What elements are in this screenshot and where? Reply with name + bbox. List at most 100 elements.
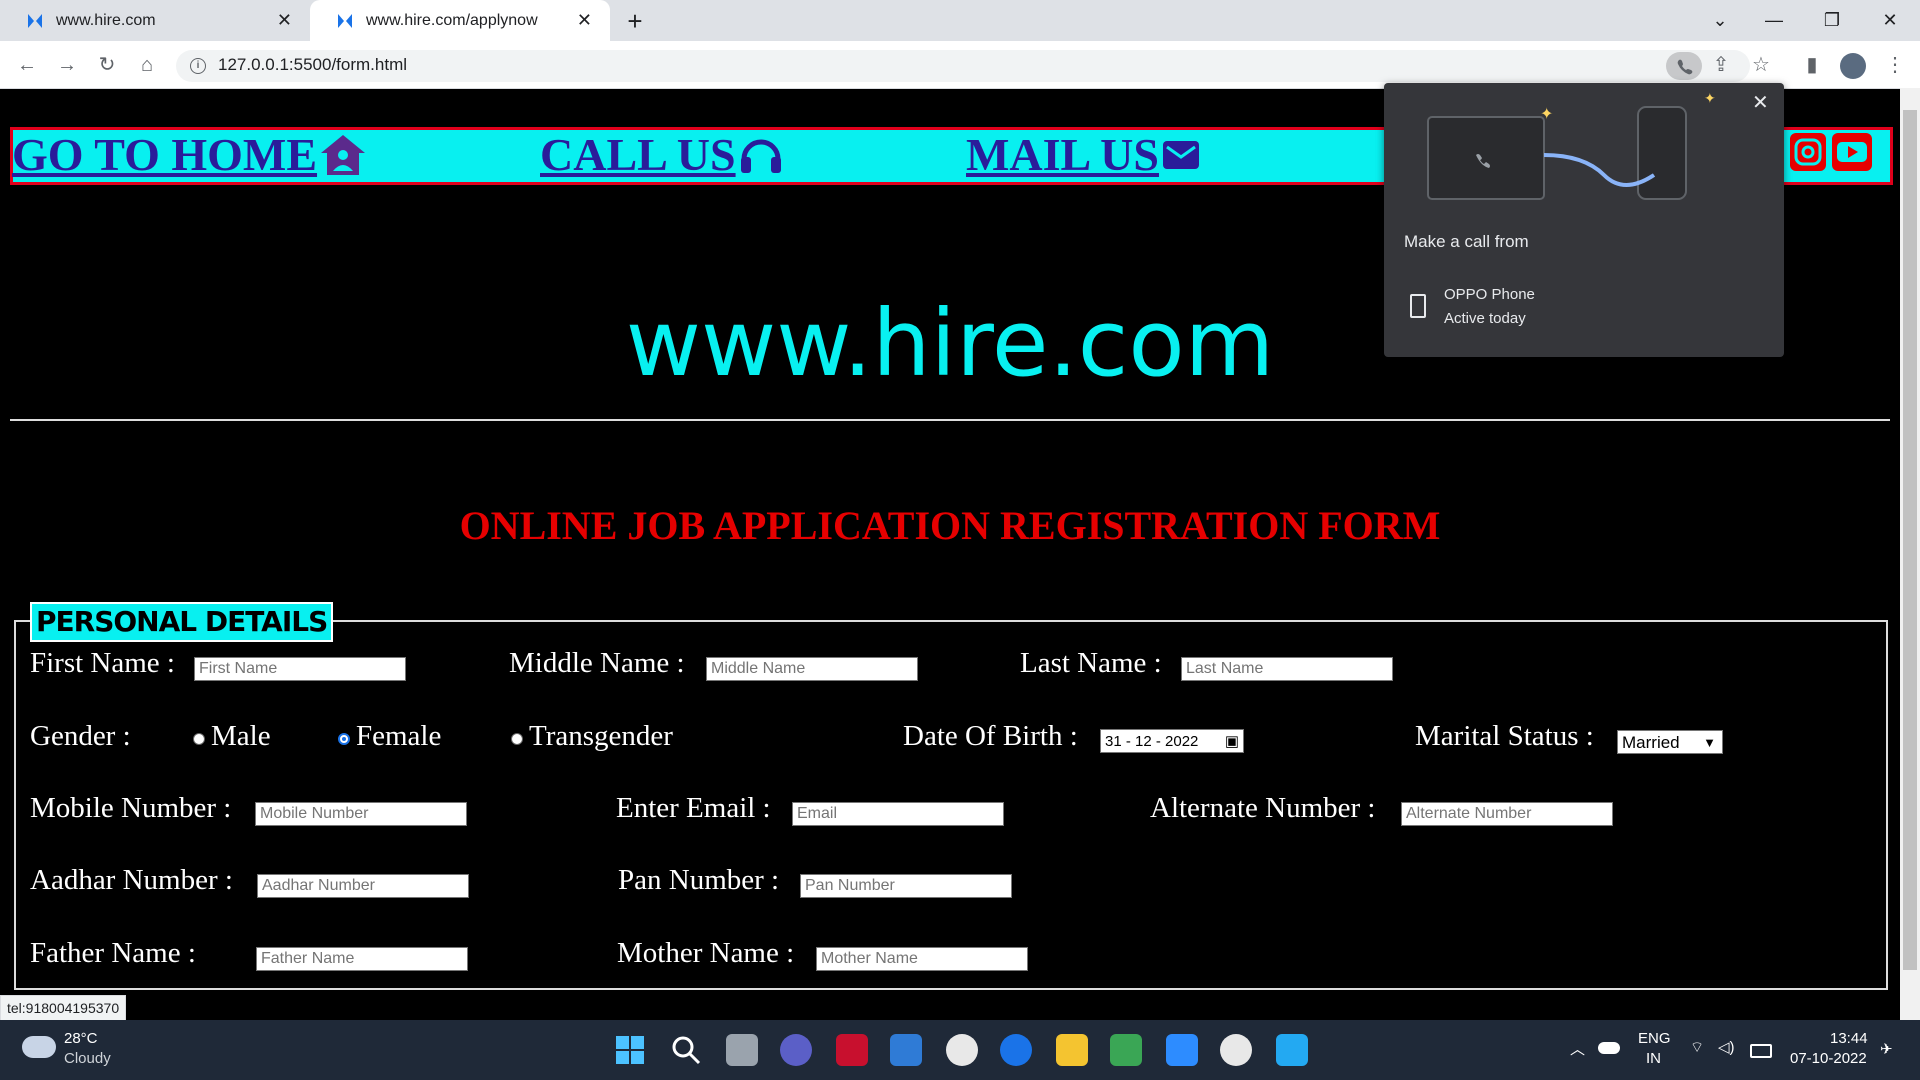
chrome-icon[interactable]	[1220, 1034, 1252, 1066]
headset-icon	[740, 139, 781, 173]
father-name-input[interactable]	[256, 947, 468, 971]
gender-male-radio[interactable]	[193, 733, 205, 745]
horizontal-divider	[10, 419, 1890, 421]
mother-name-label: Mother Name :	[617, 937, 795, 969]
close-window-button[interactable]: ✕	[1870, 4, 1910, 36]
gender-male-label: Male	[211, 720, 271, 752]
reload-icon[interactable]: ↻	[92, 52, 122, 78]
instagram-icon[interactable]	[1790, 133, 1826, 171]
pan-number-input[interactable]	[800, 874, 1012, 898]
teams-chat-icon[interactable]	[780, 1034, 812, 1066]
aadhar-number-input[interactable]	[257, 874, 469, 898]
call-illustration-icon: ✦ ✦	[1427, 90, 1716, 200]
file-explorer-icon[interactable]	[1056, 1034, 1088, 1066]
new-tab-button[interactable]: +	[620, 6, 650, 36]
back-icon[interactable]: ←	[12, 52, 42, 78]
restore-button[interactable]: ❐	[1812, 4, 1852, 36]
weather-desc: Cloudy	[64, 1050, 111, 1067]
site-info-icon[interactable]: i	[190, 58, 206, 74]
address-bar[interactable]	[176, 50, 1750, 82]
task-view-icon[interactable]	[726, 1034, 758, 1066]
first-name-input[interactable]	[194, 657, 406, 681]
side-panel-icon[interactable]: ▮	[1797, 52, 1827, 78]
middle-name-input[interactable]	[706, 657, 918, 681]
marital-status-label: Marital Status :	[1415, 720, 1594, 752]
device-status: Active today	[1444, 310, 1526, 327]
site-favicon-icon	[28, 13, 42, 28]
battery-icon[interactable]	[1750, 1044, 1772, 1058]
house-user-icon	[321, 134, 366, 175]
gender-transgender-radio[interactable]	[511, 733, 523, 745]
tab-title: www.hire.com/applynow	[366, 11, 538, 29]
alternate-number-label: Alternate Number :	[1150, 792, 1376, 824]
volume-icon[interactable]: ◁)	[1718, 1038, 1735, 1056]
gender-transgender-label: Transgender	[529, 720, 673, 752]
clock-date[interactable]: 07-10-2022	[1790, 1050, 1867, 1067]
close-popup-icon[interactable]: ✕	[1752, 90, 1769, 115]
mobile-number-input[interactable]	[255, 802, 467, 826]
wifi-icon[interactable]: ⌔	[1690, 1038, 1704, 1057]
email-input[interactable]	[792, 802, 1004, 826]
minimize-button[interactable]: —	[1754, 4, 1794, 36]
zoom-icon[interactable]	[1166, 1034, 1198, 1066]
pan-number-label: Pan Number :	[618, 864, 780, 896]
gender-female-label: Female	[356, 720, 442, 752]
envelope-icon	[1162, 140, 1199, 169]
search-icon[interactable]	[670, 1034, 702, 1066]
mother-name-input[interactable]	[816, 947, 1028, 971]
share-icon[interactable]: ⇪	[1706, 52, 1736, 78]
form-title: ONLINE JOB APPLICATION REGISTRATION FORM	[459, 503, 1441, 548]
close-tab-icon[interactable]: ✕	[577, 10, 592, 31]
weather-temp: 28°C	[64, 1030, 98, 1047]
father-name-label: Father Name :	[30, 937, 196, 969]
go-to-home-label: GO TO HOME	[12, 129, 318, 180]
go-to-home-link[interactable]: GO TO HOME	[12, 128, 367, 181]
vscode-icon[interactable]	[1276, 1034, 1308, 1066]
personal-details-legend: PERSONAL DETAILS	[30, 602, 334, 642]
call-us-link[interactable]: CALL US	[540, 128, 784, 181]
last-name-input[interactable]	[1181, 657, 1393, 681]
youtube-icon[interactable]	[1832, 133, 1872, 171]
svg-text:✦: ✦	[1704, 90, 1716, 106]
home-icon[interactable]: ⌂	[132, 52, 162, 78]
scrollbar-thumb[interactable]	[1903, 110, 1917, 970]
close-tab-icon[interactable]: ✕	[277, 10, 292, 31]
mail-us-label: MAIL US	[966, 129, 1159, 180]
popup-title: Make a call from	[1404, 232, 1529, 251]
call-us-label: CALL US	[540, 129, 736, 180]
menu-kebab-icon[interactable]: ⋮	[1880, 52, 1910, 78]
clock-time[interactable]: 13:44	[1830, 1030, 1868, 1047]
mail-us-link[interactable]: MAIL US	[966, 128, 1201, 181]
browser-tab-home[interactable]: www.hire.com ✕	[0, 0, 310, 41]
node-icon[interactable]	[1110, 1034, 1142, 1066]
first-name-label: First Name :	[30, 647, 175, 679]
profile-avatar[interactable]	[1840, 53, 1866, 79]
language-line1[interactable]: ENG	[1638, 1030, 1671, 1047]
dob-input[interactable]: 31 - 12 - 2022 ▣	[1100, 729, 1244, 753]
bookmark-star-icon[interactable]: ☆	[1746, 52, 1776, 78]
chevron-down-icon: ▼	[1703, 735, 1716, 750]
help-icon[interactable]	[1000, 1034, 1032, 1066]
cloudy-weather-icon[interactable]	[22, 1036, 56, 1058]
windows-start-icon[interactable]	[614, 1034, 646, 1066]
phone-device-icon	[1410, 294, 1426, 318]
alternate-number-input[interactable]	[1401, 802, 1613, 826]
device-name[interactable]: OPPO Phone	[1444, 286, 1535, 303]
mcafee-icon[interactable]	[836, 1034, 868, 1066]
marital-status-select[interactable]: Married ▼	[1617, 730, 1723, 754]
address-url[interactable]: 127.0.0.1:5500/form.html	[218, 55, 407, 75]
email-label: Enter Email :	[616, 792, 771, 824]
forward-icon[interactable]: →	[52, 52, 82, 78]
language-line2[interactable]: IN	[1646, 1050, 1661, 1067]
phone-call-icon[interactable]	[1666, 52, 1702, 80]
browser-tab-applynow[interactable]: www.hire.com/applynow ✕	[310, 0, 610, 41]
tab-search-icon[interactable]: ⌄	[1700, 4, 1740, 36]
store-icon[interactable]	[890, 1034, 922, 1066]
notifications-icon[interactable]: ✈	[1880, 1040, 1893, 1058]
calendar-icon[interactable]: ▣	[1225, 730, 1239, 754]
svg-text:✦: ✦	[1540, 106, 1553, 123]
onedrive-cloud-icon[interactable]	[1598, 1042, 1620, 1054]
tray-chevron-up-icon[interactable]: ︿	[1570, 1038, 1585, 1059]
app-icon[interactable]	[946, 1034, 978, 1066]
gender-female-radio[interactable]	[338, 733, 350, 745]
